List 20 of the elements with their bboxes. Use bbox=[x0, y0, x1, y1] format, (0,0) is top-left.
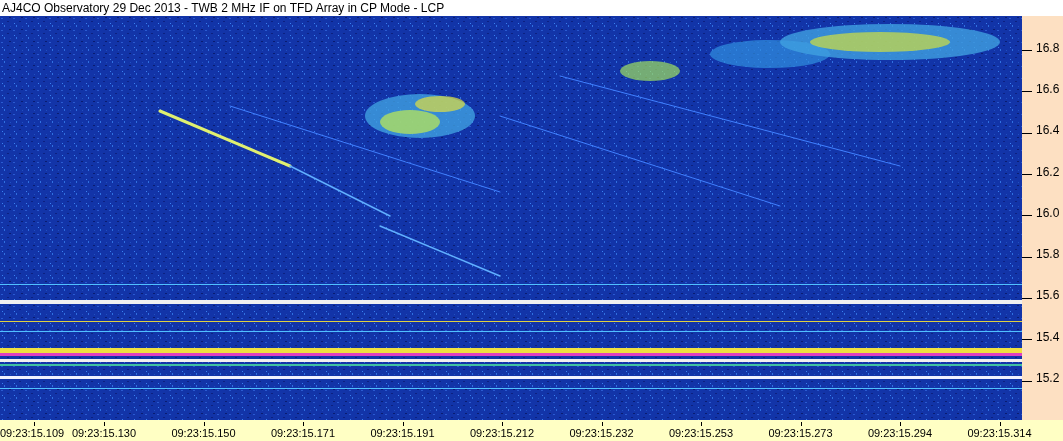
time-label: 09:23:15.294 bbox=[866, 422, 934, 441]
time-label: 09:23:15.109 bbox=[0, 422, 68, 441]
time-label: 09:23:15.171 bbox=[269, 422, 337, 441]
time-label: 09:23:15.150 bbox=[169, 422, 238, 441]
time-label: 09:23:15.273 bbox=[766, 422, 835, 441]
frequency-label: 16.2 bbox=[1036, 164, 1060, 179]
time-label: 09:23:15.130 bbox=[70, 422, 138, 441]
time-label: 09:23:15.314 bbox=[965, 422, 1034, 441]
frequency-label: 15.2 bbox=[1036, 371, 1060, 385]
time-label: 09:23:15.191 bbox=[368, 422, 437, 441]
frequency-label: 16.0 bbox=[1036, 205, 1060, 220]
frequency-label: 15.8 bbox=[1036, 247, 1060, 262]
frequency-label: 16.8 bbox=[1036, 40, 1060, 55]
time-label: 09:23:15.232 bbox=[567, 422, 636, 441]
frequency-label: 16.6 bbox=[1036, 81, 1060, 96]
frequency-label: 16.4 bbox=[1036, 123, 1060, 138]
frequency-label: 15.4 bbox=[1036, 329, 1060, 344]
time-label: 09:23:15.253 bbox=[667, 422, 735, 441]
time-label: 09:23:15.212 bbox=[468, 422, 536, 441]
frequency-label: 15.6 bbox=[1036, 288, 1060, 303]
